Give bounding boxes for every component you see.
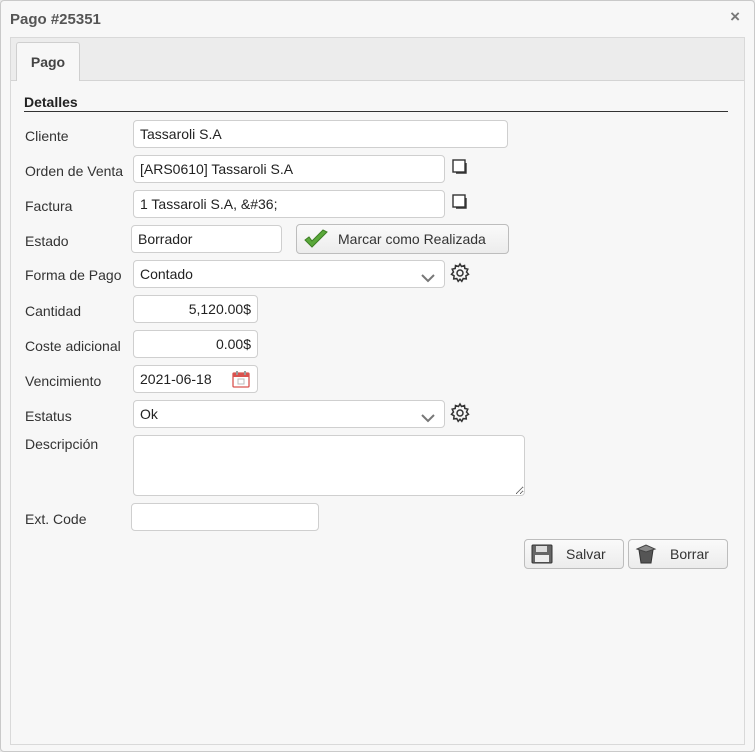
copy-icon[interactable] [451,158,469,179]
trash-icon [635,544,657,567]
gear-icon[interactable] [449,402,471,427]
factura-field[interactable]: 1 Tassaroli S.A, &#36; [133,190,445,218]
cantidad-field[interactable]: 5,120.00$ [133,295,258,323]
label-factura: Factura [25,198,73,214]
dialog-content: Pago Detalles Cliente Tassaroli S.A Orde… [10,37,745,745]
close-icon[interactable]: × [730,7,740,27]
section-title: Detalles [24,94,728,112]
dialog-title: Pago #25351 [10,11,101,28]
label-estado: Estado [25,233,69,249]
mark-done-button[interactable]: Marcar como Realizada [296,224,509,254]
tab-pago[interactable]: Pago [16,42,80,81]
mark-done-label: Marcar como Realizada [338,231,486,247]
label-estatus: Estatus [25,408,72,424]
label-ext-code: Ext. Code [25,511,87,527]
descripcion-textarea[interactable] [133,435,525,496]
chevron-down-icon [420,267,436,287]
cliente-field[interactable]: Tassaroli S.A [133,120,508,148]
delete-button[interactable]: Borrar [628,539,728,569]
save-button[interactable]: Salvar [524,539,624,569]
label-coste-adicional: Coste adicional [25,338,121,354]
orden-venta-field[interactable]: [ARS0610] Tassaroli S.A [133,155,445,183]
forma-pago-select[interactable]: Contado [133,260,445,288]
payment-dialog: Pago #25351 × Pago Detalles Cliente Tass… [0,0,755,752]
delete-label: Borrar [670,546,709,562]
chevron-down-icon [420,407,436,427]
label-cantidad: Cantidad [25,303,82,319]
floppy-disk-icon [531,544,553,567]
estatus-value: Ok [140,406,158,422]
calendar-icon[interactable] [231,369,251,392]
label-forma-pago: Forma de Pago [25,267,122,283]
vencimiento-value: 2021-06-18 [140,371,212,387]
label-orden-venta: Orden de Venta [25,163,124,179]
ext-code-field[interactable] [131,503,319,531]
label-cliente: Cliente [25,128,69,144]
estatus-select[interactable]: Ok [133,400,445,428]
check-icon [303,229,329,252]
tab-bar: Pago [11,38,744,81]
forma-pago-value: Contado [140,266,193,282]
estado-field[interactable]: Borrador [131,225,282,253]
label-vencimiento: Vencimiento [25,373,102,389]
label-descripcion: Descripción [25,436,99,452]
copy-icon[interactable] [451,193,469,214]
gear-icon[interactable] [449,262,471,287]
save-label: Salvar [566,546,606,562]
coste-adicional-field[interactable]: 0.00$ [133,330,258,358]
dialog-titlebar: Pago #25351 × [1,1,754,37]
vencimiento-field[interactable]: 2021-06-18 [133,365,258,393]
